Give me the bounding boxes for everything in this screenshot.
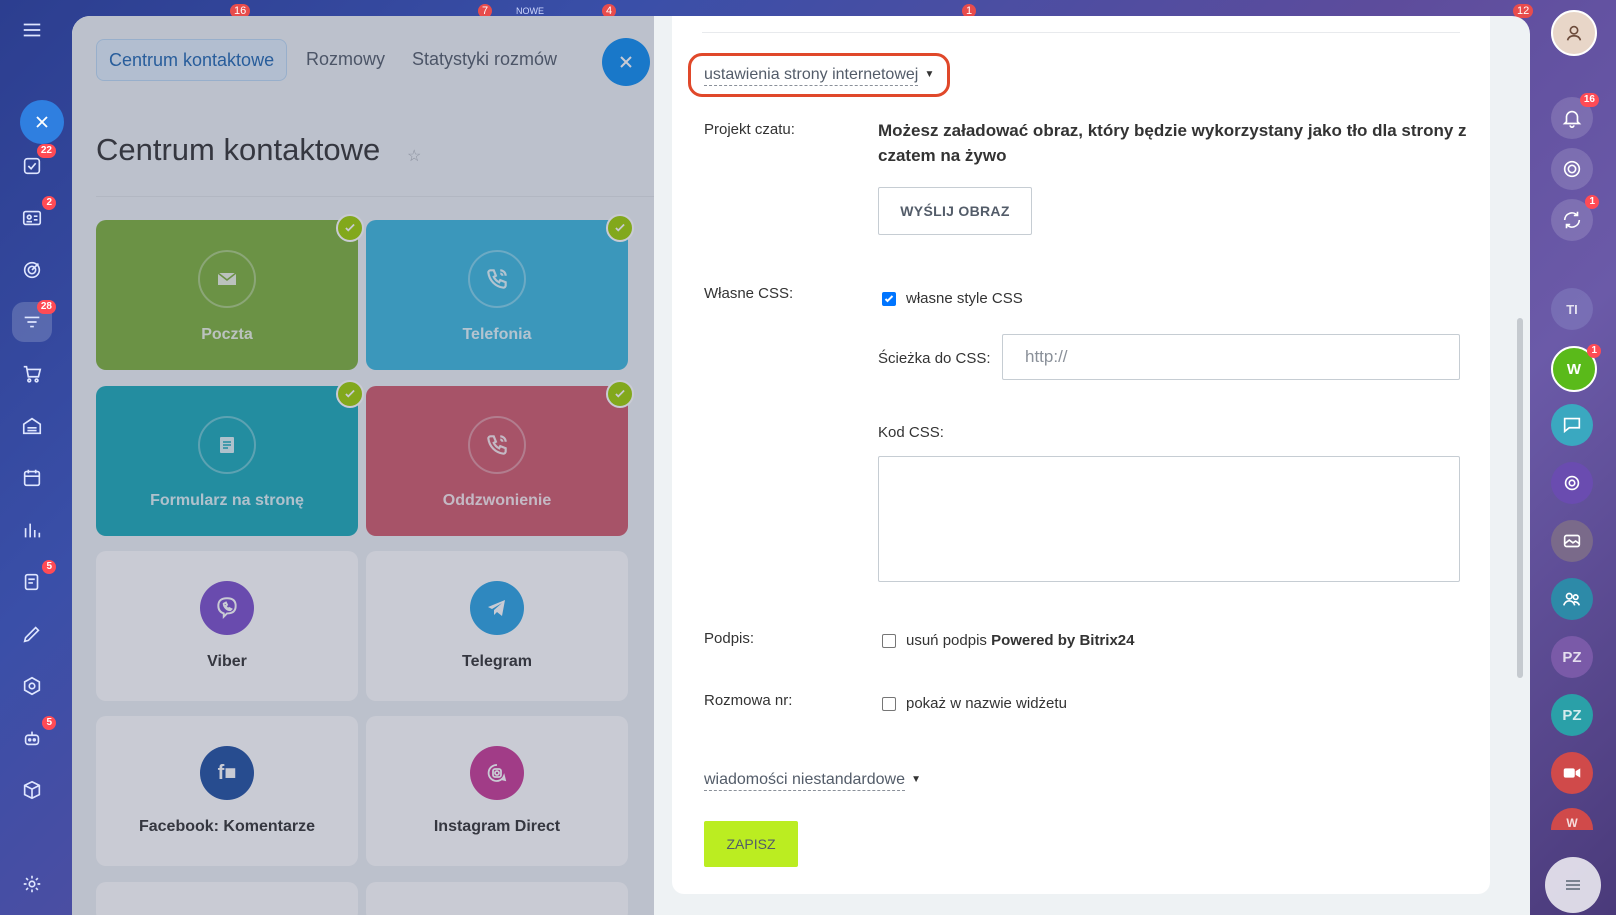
contact-initials: TI [1566, 301, 1578, 317]
website-settings-toggle[interactable]: ustawienia strony internetowej ▼ [704, 65, 934, 86]
scrollbar[interactable] [1517, 318, 1523, 678]
robot-icon[interactable]: 5 [12, 716, 56, 758]
close-icon [36, 116, 48, 128]
docs-icon[interactable]: 5 [12, 560, 56, 602]
bell-icon [1562, 110, 1582, 128]
custom-css-option: własne style CSS [882, 290, 1023, 307]
caret-down-icon: ▼ [924, 69, 935, 80]
contact-initials: PZ [1562, 648, 1582, 666]
contact-pz[interactable]: PZ [1551, 636, 1593, 678]
contact-initials: W [1566, 360, 1582, 378]
remove-signature-checkbox[interactable] [882, 633, 896, 648]
remove-signature-label: usuń podpis [906, 632, 992, 649]
contact-w-partial[interactable]: W [1551, 808, 1593, 830]
conversation-number-label: Rozmowa nr: [704, 692, 793, 709]
openlines-item[interactable] [1551, 462, 1593, 504]
user-avatar[interactable] [1551, 10, 1597, 56]
css-code-label: Kod CSS: [878, 424, 944, 441]
chat-item[interactable]: 1 [1551, 195, 1599, 241]
chat-design-description: Możesz załadować obraz, który będzie wyk… [878, 121, 1467, 165]
crm-badge: 2 [42, 196, 56, 210]
w-badge: 1 [1587, 344, 1601, 358]
photo-contact[interactable] [1551, 520, 1593, 562]
chat-design-label: Projekt czatu: [704, 121, 795, 138]
contact-initials: W [1566, 816, 1578, 830]
signature-option: usuń podpis Powered by Bitrix24 [882, 632, 1134, 649]
chat-sync-icon [1563, 211, 1581, 229]
pulse-item[interactable] [1551, 148, 1593, 190]
calendar-icon[interactable] [12, 458, 52, 498]
users-icon [1562, 592, 1581, 606]
left-navigation-rail: 22 2 28 5 5 [0, 0, 64, 915]
css-code-textarea[interactable] [878, 456, 1460, 582]
page-overlay [72, 16, 672, 915]
close-menu-button[interactable] [20, 100, 64, 144]
show-in-widget-label: pokaż w nazwie widżetu [906, 695, 1067, 712]
list-icon [1566, 880, 1580, 890]
warehouse-icon[interactable] [12, 406, 52, 446]
user-icon [1566, 25, 1582, 41]
target-icon [1564, 475, 1580, 491]
contact-center-icon[interactable]: 28 [12, 300, 56, 342]
powered-by-text: Powered by Bitrix24 [991, 632, 1135, 649]
docs-badge: 5 [42, 560, 56, 574]
custom-css-label: Własne CSS: [704, 285, 794, 302]
tasks-badge: 22 [36, 144, 56, 158]
right-rail: 16 1 TI W 1 PZ PZ W [1530, 0, 1616, 915]
tasks-icon[interactable]: 22 [12, 144, 56, 186]
conversation-number-option: pokaż w nazwie widżetu [882, 695, 1067, 712]
pen-icon[interactable] [12, 614, 52, 654]
custom-messages-toggle[interactable]: wiadomości niestandardowe ▼ [704, 770, 921, 791]
contact-pz-2[interactable]: PZ [1551, 694, 1593, 736]
notifications-bell[interactable]: 16 [1551, 93, 1599, 139]
video-camera-icon [1563, 768, 1581, 778]
box-icon[interactable] [12, 770, 52, 810]
contact-w[interactable]: W 1 [1551, 344, 1601, 392]
hexagon-icon[interactable] [12, 666, 52, 706]
group-item[interactable] [1551, 578, 1593, 620]
photo-icon [1563, 534, 1581, 548]
group-chat-item[interactable] [1551, 404, 1593, 446]
menu-icon[interactable] [12, 10, 52, 50]
recent-list-button[interactable] [1545, 857, 1601, 913]
target-icon[interactable] [12, 250, 52, 290]
custom-css-checkbox[interactable] [882, 291, 896, 306]
funnel-badge: 28 [36, 300, 56, 314]
show-in-widget-checkbox[interactable] [882, 696, 896, 711]
analytics-icon[interactable] [12, 510, 52, 550]
cart-icon[interactable] [12, 354, 52, 394]
divider [702, 32, 1460, 33]
contact-initials: PZ [1562, 706, 1582, 724]
upload-image-button[interactable]: WYŚLIJ OBRAZ [878, 187, 1032, 235]
notifications-badge: 16 [1579, 93, 1599, 107]
video-call-item[interactable] [1551, 752, 1593, 794]
settings-gear-icon[interactable] [12, 864, 52, 904]
section-toggle-label: wiadomości niestandardowe [704, 771, 905, 788]
save-button[interactable]: ZAPISZ [704, 821, 798, 867]
chat-bubble-icon [1563, 417, 1581, 434]
crm-icon[interactable]: 2 [12, 196, 56, 238]
section-toggle-label: ustawienia strony internetowej [704, 66, 919, 83]
custom-css-checkbox-label: własne style CSS [906, 290, 1023, 307]
css-path-label: Ścieżka do CSS: [878, 350, 991, 367]
chat-badge: 1 [1585, 195, 1599, 209]
target-icon [1563, 160, 1581, 178]
css-path-input[interactable]: http:// [1002, 334, 1460, 380]
signature-label: Podpis: [704, 630, 755, 647]
contact-ti[interactable]: TI [1551, 288, 1593, 330]
caret-down-icon: ▼ [911, 774, 921, 785]
robot-badge: 5 [42, 716, 56, 730]
check-icon [884, 294, 894, 302]
